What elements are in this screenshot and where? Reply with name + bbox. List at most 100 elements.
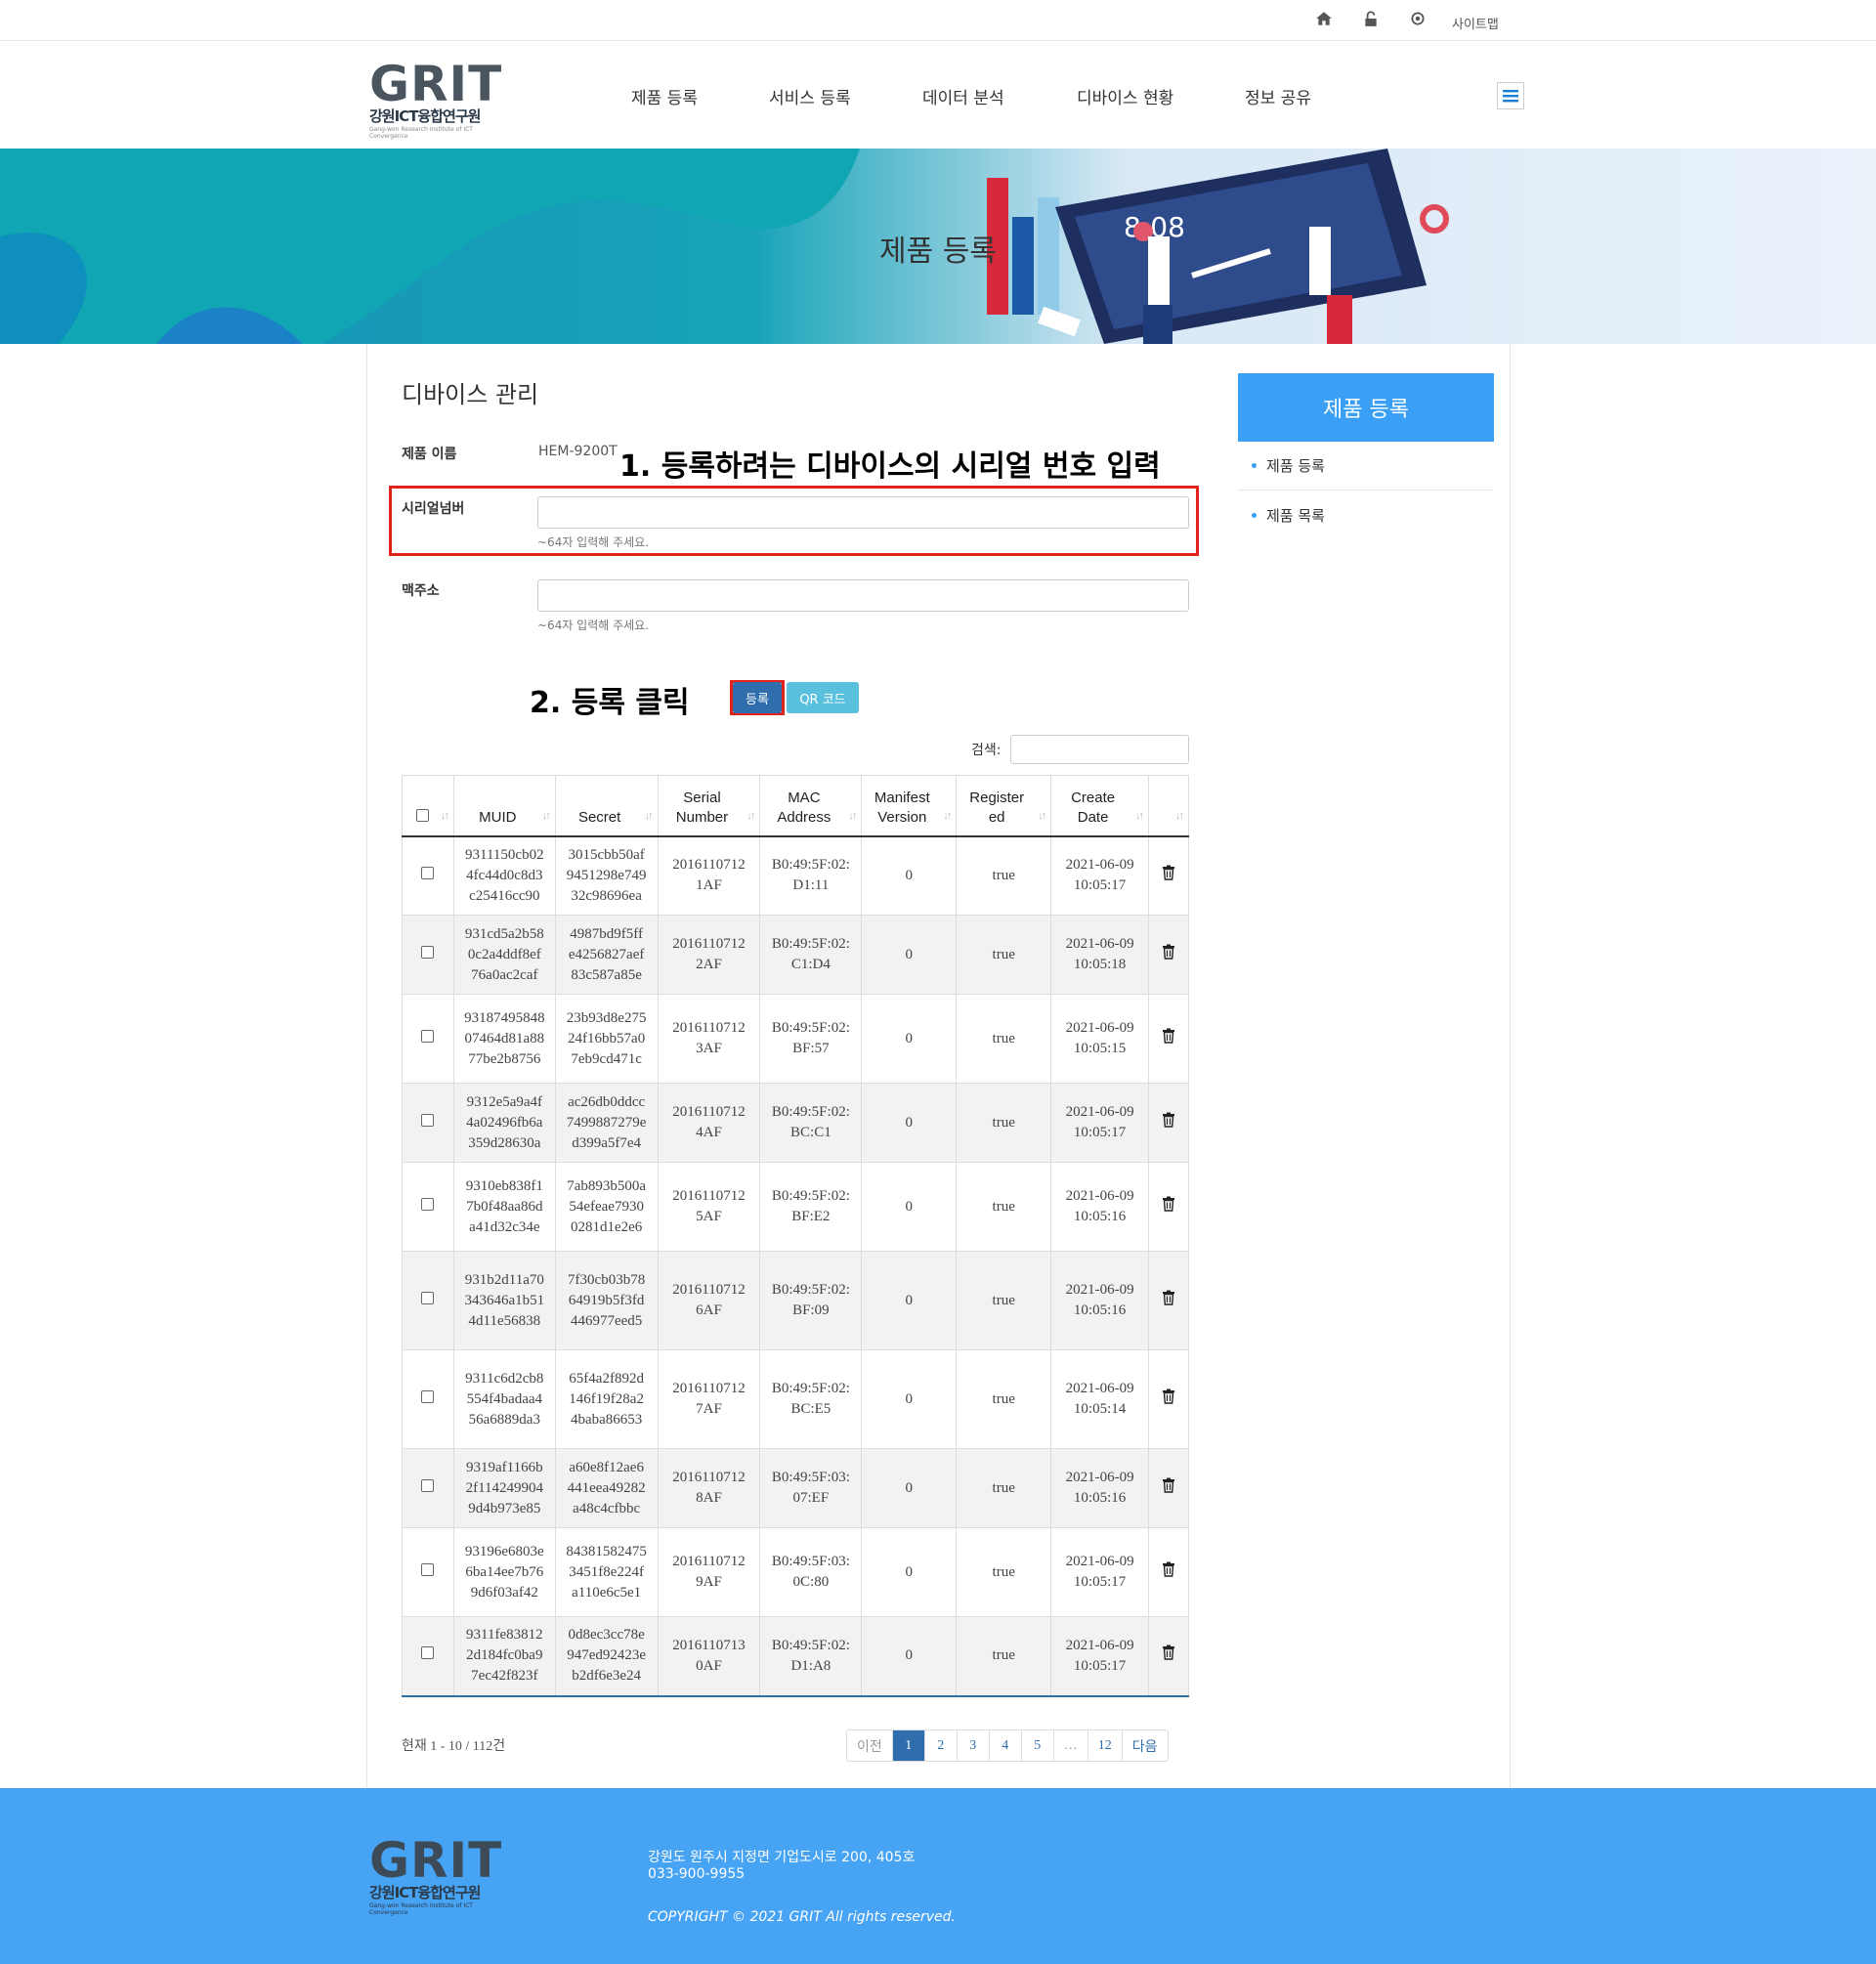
serial-number-input[interactable] (537, 496, 1189, 529)
gear-icon[interactable] (1409, 10, 1427, 31)
delete-cell[interactable] (1148, 1083, 1189, 1163)
page-button[interactable]: 5 (1022, 1730, 1054, 1761)
row-checkbox-cell[interactable] (402, 994, 454, 1084)
secret-header[interactable]: Secret ↓↑ (554, 775, 659, 837)
sidebar-item-product-register[interactable]: 제품 등록 (1252, 455, 1325, 476)
prev-page-button[interactable]: 이전 (847, 1730, 893, 1761)
select-all-checkbox[interactable] (416, 808, 430, 822)
nav-device-status[interactable]: 디바이스 현황 (1077, 84, 1173, 108)
row-checkbox-cell[interactable] (402, 1616, 454, 1697)
row-checkbox[interactable] (421, 1029, 435, 1043)
row-checkbox[interactable] (421, 945, 435, 959)
table-row[interactable]: 9319af1166b 2f114249904 9d4b973e85 a60e8f12… (402, 1448, 1189, 1528)
row-checkbox-cell[interactable] (402, 835, 454, 916)
trash-icon[interactable] (1162, 1290, 1175, 1309)
qr-code-button[interactable]: QR 코드 (787, 682, 859, 713)
row-checkbox-cell[interactable] (402, 915, 454, 995)
hamburger-menu-icon[interactable] (1497, 82, 1524, 109)
trash-icon[interactable] (1162, 1112, 1175, 1131)
sitemap-link[interactable]: 사이트맵 (1452, 14, 1499, 32)
nav-info-share[interactable]: 정보 공유 (1245, 84, 1311, 108)
create-date-header[interactable]: Create Date ↓↑ (1050, 775, 1150, 837)
trash-icon[interactable] (1162, 944, 1175, 963)
muid-cell: 931b2d11a70 343646a1b51 4d11e56838 (452, 1251, 556, 1350)
delete-cell[interactable] (1148, 1251, 1189, 1350)
actions-header[interactable]: ↓↑ (1148, 775, 1189, 837)
row-checkbox-cell[interactable] (402, 1349, 454, 1449)
row-checkbox-cell[interactable] (402, 1083, 454, 1163)
delete-cell[interactable] (1148, 1448, 1189, 1528)
sort-icon[interactable]: ↓↑ (1038, 806, 1046, 826)
delete-cell[interactable] (1148, 1162, 1189, 1252)
delete-cell[interactable] (1148, 1616, 1189, 1697)
delete-cell[interactable] (1148, 1349, 1189, 1449)
nav-data-analysis[interactable]: 데이터 분석 (922, 84, 1004, 108)
table-row[interactable]: 9311150cb02 4fc44d0c8d3 c25416cc90 3015cbb5… (402, 835, 1189, 916)
home-icon[interactable] (1315, 10, 1333, 31)
create-date-cell: 2021-06-09 10:05:16 (1050, 1448, 1150, 1528)
page-button[interactable]: 2 (925, 1730, 958, 1761)
sidebar-item-product-list[interactable]: 제품 목록 (1252, 505, 1325, 526)
row-checkbox-cell[interactable] (402, 1448, 454, 1528)
sort-icon[interactable]: ↓↑ (1135, 806, 1144, 826)
manifest-cell: 0 (861, 835, 958, 916)
table-row[interactable]: 9311c6d2cb8 554f4badaa4 56a6889da3 65f4a2f8… (402, 1349, 1189, 1449)
registered-cell: true (956, 1083, 1052, 1163)
table-row[interactable]: 9311fe83812 2d184fc0ba9 7ec42f823f 0d8ec3cc… (402, 1616, 1189, 1697)
sort-icon[interactable]: ↓↑ (441, 806, 449, 826)
mac-address-input[interactable] (537, 579, 1189, 612)
nav-product-register[interactable]: 제품 등록 (631, 84, 698, 108)
row-checkbox[interactable] (421, 1646, 435, 1660)
table-row[interactable]: 9310eb838f1 7b0f48aa86d a41d32c34e 7ab893b5… (402, 1162, 1189, 1252)
trash-icon[interactable] (1162, 1561, 1175, 1581)
row-checkbox[interactable] (421, 1197, 435, 1211)
registered-header[interactable]: Register ed ↓↑ (956, 775, 1052, 837)
page-button[interactable]: 12 (1088, 1730, 1123, 1761)
trash-icon[interactable] (1162, 1196, 1175, 1216)
serial-header[interactable]: Serial Number ↓↑ (657, 775, 761, 837)
nav-service-register[interactable]: 서비스 등록 (769, 84, 851, 108)
next-page-button[interactable]: 다음 (1123, 1730, 1168, 1761)
sort-icon[interactable]: ↓↑ (848, 806, 857, 826)
row-checkbox[interactable] (421, 1562, 435, 1576)
muid-cell: 9311fe83812 2d184fc0ba9 7ec42f823f (452, 1616, 556, 1697)
row-checkbox[interactable] (421, 1389, 435, 1403)
mac-header[interactable]: MAC Address ↓↑ (759, 775, 863, 837)
row-checkbox[interactable] (421, 1478, 435, 1492)
lock-icon[interactable] (1362, 10, 1380, 31)
select-all-header[interactable]: ↓↑ (402, 775, 454, 837)
page-button[interactable]: 3 (958, 1730, 990, 1761)
trash-icon[interactable] (1162, 1388, 1175, 1408)
delete-cell[interactable] (1148, 994, 1189, 1084)
delete-cell[interactable] (1148, 915, 1189, 995)
row-checkbox-cell[interactable] (402, 1251, 454, 1350)
table-row[interactable]: 93187495848 07464d81a88 77be2b8756 23b93d8e… (402, 994, 1189, 1084)
table-row[interactable]: 93196e6803e 6ba14ee7b76 9d6f03af42 84381582… (402, 1527, 1189, 1617)
sort-icon[interactable]: ↓↑ (943, 806, 952, 826)
table-row[interactable]: 931b2d11a70 343646a1b51 4d11e56838 7f30cb03… (402, 1251, 1189, 1350)
sort-icon[interactable]: ↓↑ (746, 806, 755, 826)
table-row[interactable]: 931cd5a2b58 0c2a4ddf8ef 76a0ac2caf 4987bd9f… (402, 915, 1189, 995)
sort-icon[interactable]: ↓↑ (645, 806, 654, 826)
row-checkbox-cell[interactable] (402, 1527, 454, 1617)
row-checkbox[interactable] (421, 1113, 435, 1127)
trash-icon[interactable] (1162, 1644, 1175, 1664)
trash-icon[interactable] (1162, 865, 1175, 884)
grit-logo[interactable]: GRIT 강원ICT융합연구원 Gang-won Research Instit… (369, 60, 508, 140)
delete-cell[interactable] (1148, 1527, 1189, 1617)
row-checkbox[interactable] (421, 1291, 435, 1304)
table-row[interactable]: 9312e5a9a4f 4a02496fb6a 359d28630a ac26db0d… (402, 1083, 1189, 1163)
register-button[interactable]: 등록 (733, 682, 782, 713)
sort-icon[interactable]: ↓↑ (1175, 806, 1184, 826)
manifest-header[interactable]: Manifest Version ↓↑ (861, 775, 958, 837)
trash-icon[interactable] (1162, 1028, 1175, 1047)
page-button[interactable]: 4 (990, 1730, 1022, 1761)
sort-icon[interactable]: ↓↑ (542, 806, 551, 826)
trash-icon[interactable] (1162, 1477, 1175, 1497)
delete-cell[interactable] (1148, 835, 1189, 916)
page-button[interactable]: 1 (892, 1730, 925, 1761)
row-checkbox[interactable] (421, 866, 435, 879)
muid-header[interactable]: MUID ↓↑ (452, 775, 556, 837)
row-checkbox-cell[interactable] (402, 1162, 454, 1252)
search-input[interactable] (1010, 735, 1189, 764)
